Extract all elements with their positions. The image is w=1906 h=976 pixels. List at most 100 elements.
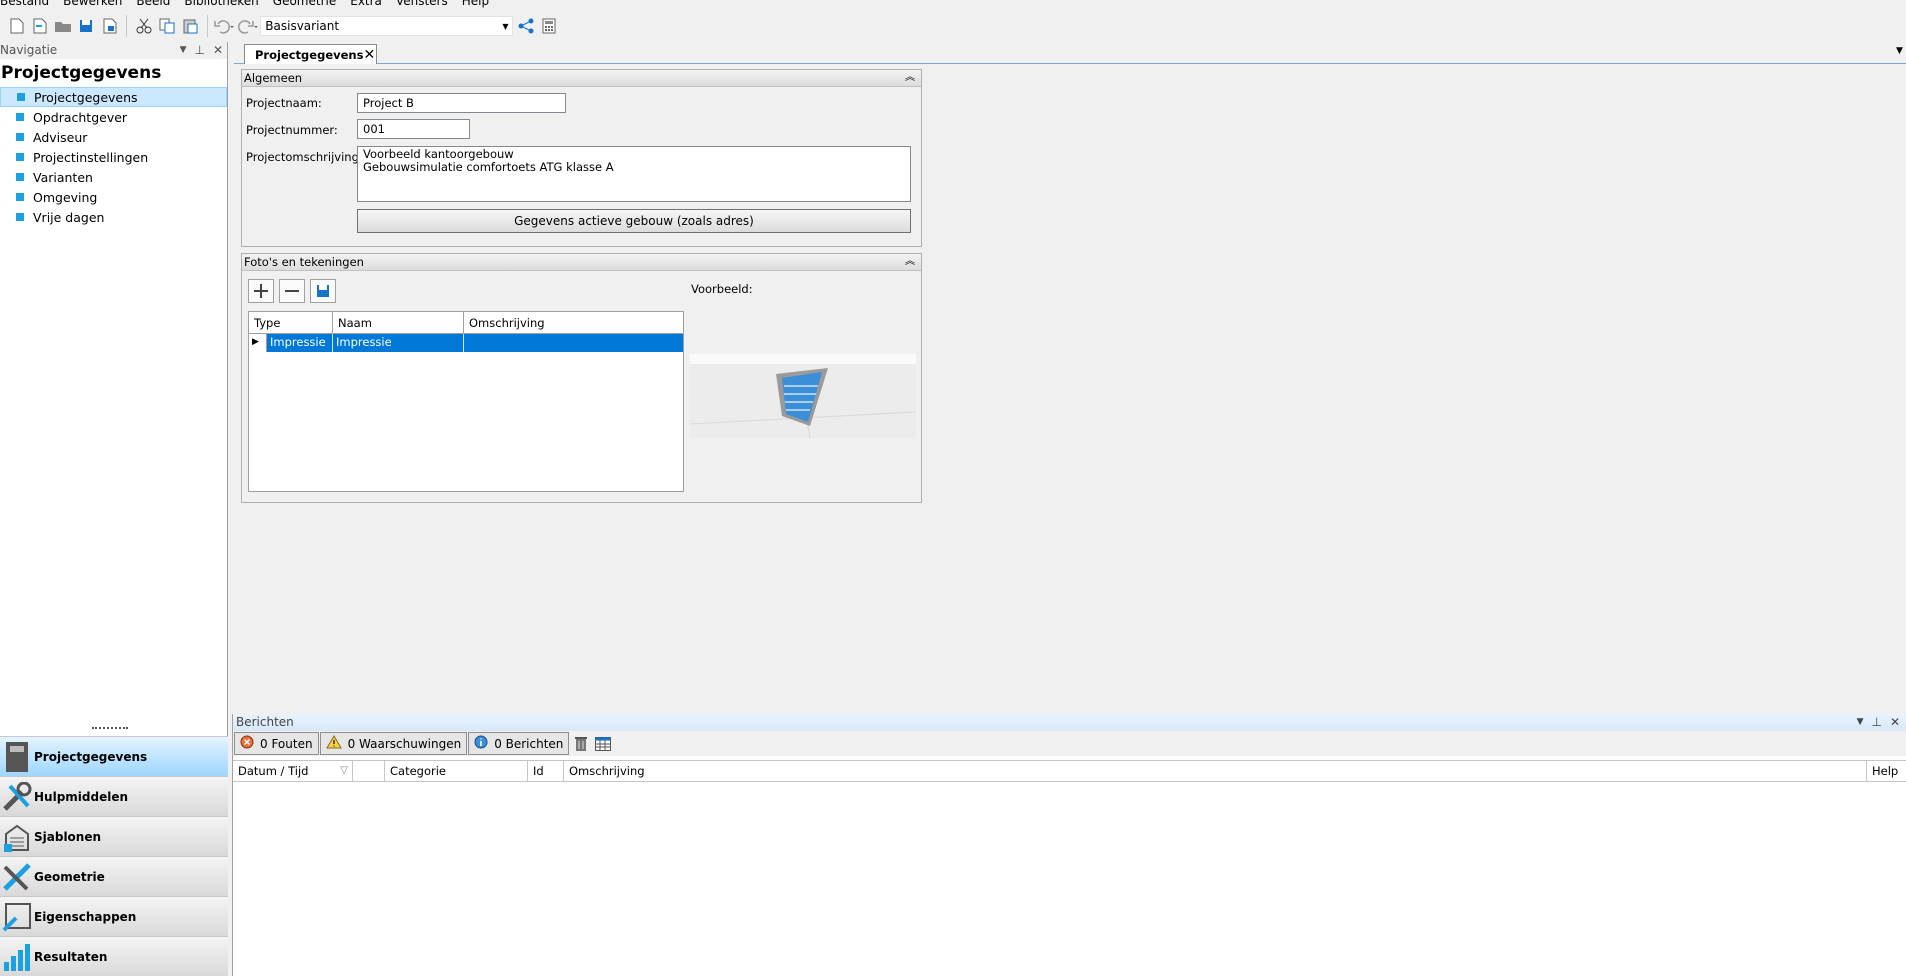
- redo-icon[interactable]: [237, 15, 258, 37]
- toolbar-separator: [126, 15, 128, 37]
- collapse-icon[interactable]: ︽: [905, 70, 915, 86]
- errors-filter-button[interactable]: 0 Fouten: [234, 732, 319, 755]
- add-icon[interactable]: [248, 279, 274, 303]
- nav-button-label: Sjablonen: [34, 829, 102, 844]
- table-row[interactable]: ▶ Impressie Impressie: [249, 334, 683, 352]
- undo-icon[interactable]: [214, 15, 235, 37]
- nav-item-adviseur[interactable]: Adviseur: [0, 127, 227, 147]
- cell-omschrijving[interactable]: [464, 334, 683, 352]
- tab-label: Projectgegevens: [255, 47, 364, 62]
- splitter-grip[interactable]: [92, 727, 128, 731]
- close-icon[interactable]: ✕: [1890, 714, 1900, 731]
- menu-bibliotheken[interactable]: Bibliotheken: [184, 0, 258, 9]
- variant-select[interactable]: Basisvariant ▼: [260, 16, 514, 36]
- open-folder-icon[interactable]: [52, 15, 73, 37]
- bullet-icon: [16, 133, 24, 141]
- column-header-datum[interactable]: Datum / Tijd ▽: [233, 761, 353, 781]
- paste-icon[interactable]: [180, 15, 201, 37]
- algemeen-title: Algemeen: [244, 71, 303, 85]
- column-header-icon[interactable]: [353, 761, 385, 781]
- nav-button-hulpmiddelen[interactable]: Hulpmiddelen: [0, 776, 228, 816]
- trash-icon[interactable]: [570, 733, 592, 755]
- menu-bewerken[interactable]: Bewerken: [63, 0, 122, 9]
- nav-button-projectgegevens[interactable]: Projectgegevens: [0, 736, 228, 776]
- filter-icon[interactable]: ▽: [340, 761, 348, 781]
- messages-grid-header: Datum / Tijd ▽ Categorie Id Omschrijving…: [233, 760, 1906, 782]
- cell-type[interactable]: Impressie: [267, 334, 333, 352]
- column-header-type[interactable]: Type: [249, 312, 333, 333]
- messages-header: Berichten ▼ ⊥ ✕: [233, 714, 1906, 731]
- warnings-filter-button[interactable]: 0 Waarschuwingen: [319, 732, 468, 755]
- nav-item-varianten[interactable]: Varianten: [0, 167, 227, 187]
- close-icon[interactable]: ✕: [363, 47, 375, 63]
- warning-icon: [325, 735, 342, 752]
- copy-icon[interactable]: [156, 15, 177, 37]
- close-icon[interactable]: ✕: [213, 42, 223, 59]
- algemeen-group: Algemeen ︽ Projectnaam: Project B Projec…: [241, 69, 922, 247]
- calculator-icon[interactable]: [539, 15, 560, 37]
- menu-vensters[interactable]: Vensters: [396, 0, 448, 9]
- nav-item-projectinstellingen[interactable]: Projectinstellingen: [0, 147, 227, 167]
- cell-naam[interactable]: Impressie: [333, 334, 464, 352]
- column-header-omschrijving[interactable]: Omschrijving: [564, 761, 1867, 781]
- table-layout-icon[interactable]: [592, 733, 614, 755]
- column-header-label: Datum / Tijd: [238, 764, 309, 778]
- chevron-down-icon[interactable]: ▼: [180, 42, 187, 59]
- nav-item-label: Projectgegevens: [34, 89, 138, 105]
- nav-item-omgeving[interactable]: Omgeving: [0, 187, 227, 207]
- messages-header-label: Berichten: [236, 715, 294, 729]
- messages-filter-button[interactable]: 0 Berichten: [468, 732, 570, 755]
- toolbar-separator: [206, 15, 208, 37]
- cut-icon[interactable]: [133, 15, 154, 37]
- warnings-count: 0 Waarschuwingen: [347, 736, 462, 751]
- chevron-down-icon: ▼: [502, 21, 509, 31]
- save-icon[interactable]: [310, 279, 336, 303]
- save-as-icon[interactable]: [99, 15, 120, 37]
- projectomschrijving-field[interactable]: Voorbeeld kantoorgebouw Gebouwsimulatie …: [357, 146, 911, 202]
- error-icon: [240, 735, 254, 752]
- chevron-down-icon[interactable]: ▼: [1896, 46, 1903, 56]
- pin-icon[interactable]: ⊥: [194, 42, 204, 59]
- save-icon[interactable]: [76, 15, 97, 37]
- fotos-title: Foto's en tekeningen: [244, 255, 364, 269]
- nav-button-sjablonen[interactable]: Sjablonen: [0, 816, 228, 856]
- nav-item-opdrachtgever[interactable]: Opdrachtgever: [0, 107, 227, 127]
- project-icon: [0, 740, 34, 774]
- menu-help[interactable]: Help: [462, 0, 489, 9]
- column-header-id[interactable]: Id: [528, 761, 564, 781]
- column-header-help[interactable]: Help: [1867, 761, 1905, 781]
- nav-item-vrije-dagen[interactable]: Vrije dagen: [0, 207, 227, 227]
- properties-icon: [0, 900, 34, 934]
- nav-button-label: Hulpmiddelen: [34, 789, 129, 804]
- column-header-omschrijving[interactable]: Omschrijving: [464, 312, 683, 333]
- menu-geometrie[interactable]: Geometrie: [273, 0, 336, 9]
- column-header-naam[interactable]: Naam: [333, 312, 464, 333]
- menu-extra[interactable]: Extra: [350, 0, 382, 9]
- share-icon[interactable]: [515, 15, 536, 37]
- new-file-icon[interactable]: [6, 15, 27, 37]
- info-icon: [474, 735, 488, 752]
- navigation-title: Projectgegevens: [1, 63, 162, 83]
- new-from-template-icon[interactable]: [29, 15, 50, 37]
- nav-button-resultaten[interactable]: Resultaten: [0, 936, 228, 976]
- pin-icon[interactable]: ⊥: [1871, 714, 1881, 731]
- nav-button-eigenschappen[interactable]: Eigenschappen: [0, 896, 228, 936]
- column-header-categorie[interactable]: Categorie: [385, 761, 528, 781]
- collapse-icon[interactable]: ︽: [905, 254, 915, 270]
- template-icon: [0, 820, 34, 854]
- remove-icon[interactable]: [279, 279, 305, 303]
- tab-projectgegevens[interactable]: Projectgegevens ✕: [244, 44, 377, 64]
- projectnummer-field[interactable]: 001: [357, 119, 470, 139]
- navigation-header: Navigatie ▼ ⊥ ✕: [0, 42, 227, 59]
- menu-bestand[interactable]: Bestand: [0, 0, 49, 9]
- menu-beeld[interactable]: Beeld: [136, 0, 170, 9]
- projectnaam-field[interactable]: Project B: [357, 93, 566, 113]
- preview-label: Voorbeeld:: [691, 282, 753, 296]
- nav-button-geometrie[interactable]: Geometrie: [0, 856, 228, 896]
- nav-button-label: Resultaten: [34, 949, 108, 964]
- projectnummer-label: Projectnummer:: [246, 123, 338, 137]
- messages-panel: Berichten ▼ ⊥ ✕ 0 Fouten 0 Waarschuwinge…: [232, 714, 1906, 976]
- chevron-down-icon[interactable]: ▼: [1857, 714, 1864, 731]
- gegevens-actieve-gebouw-button[interactable]: Gegevens actieve gebouw (zoals adres): [357, 209, 911, 233]
- nav-item-projectgegevens[interactable]: Projectgegevens: [0, 87, 227, 107]
